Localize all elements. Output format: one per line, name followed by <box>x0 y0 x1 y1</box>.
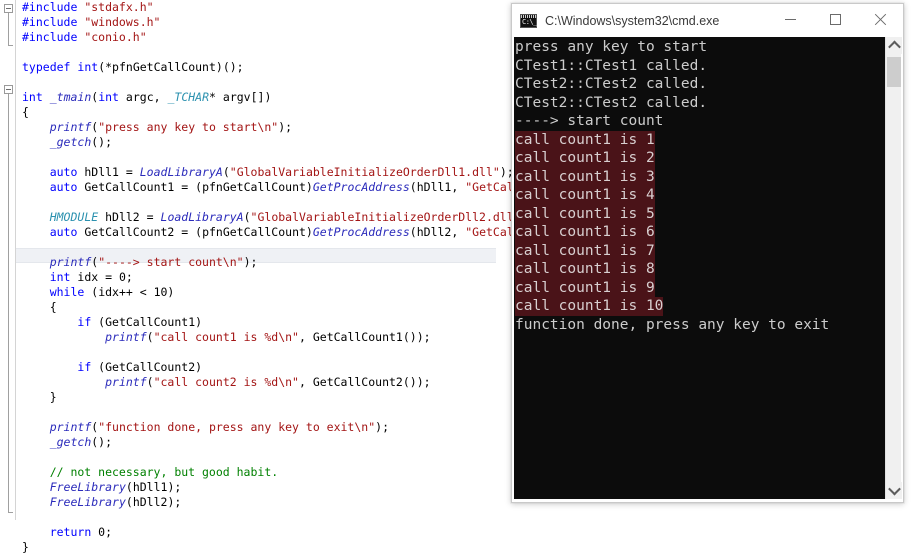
console-output-area[interactable]: press any key to startCTest1::CTest1 cal… <box>514 37 885 499</box>
code-text[interactable]: #include "stdafx.h" #include "windows.h" #… <box>22 0 576 555</box>
scrollbar-thumb[interactable] <box>887 57 901 87</box>
code-line: #include "windows.h" <box>22 15 161 29</box>
code-line: FreeLibrary(hDll2); <box>49 495 182 509</box>
code-line: // not necessary, but good habit. <box>22 465 279 479</box>
chevron-down-icon <box>887 482 901 496</box>
close-button[interactable] <box>858 4 903 35</box>
code-line: HMODULE hDll2 = LoadLibraryA("GlobalVari… <box>49 210 535 224</box>
chevron-up-icon <box>887 40 901 54</box>
code-line: #include "stdafx.h" <box>22 0 154 14</box>
code-line: #include "conio.h" <box>22 30 147 44</box>
console-line: ----> start count <box>515 113 664 129</box>
console-line: call count1 is 3 <box>515 167 655 186</box>
cmd-console-window[interactable]: C:\_ C:\Windows\system32\cmd.exe press a… <box>511 3 904 503</box>
console-output-text: press any key to startCTest1::CTest1 cal… <box>515 38 829 334</box>
console-window-title: C:\Windows\system32\cmd.exe <box>545 13 720 28</box>
maximize-button[interactable] <box>813 4 858 35</box>
code-line: printf("----> start count\n"); <box>49 255 258 269</box>
maximize-icon <box>830 14 841 25</box>
console-line: call count1 is 4 <box>515 186 655 205</box>
code-line: printf("call count1 is %d\n", GetCallCou… <box>105 330 431 344</box>
cmd-console-icon: C:\_ <box>520 13 537 28</box>
cmd-icon-prompt-text: C:\_ <box>522 17 537 26</box>
code-line: _getch(); <box>49 135 113 149</box>
console-line: function done, press any key to exit <box>515 316 830 333</box>
scroll-up-button[interactable] <box>886 37 902 54</box>
fold-toggle-tmain[interactable] <box>4 85 13 94</box>
fold-bracket-tmain <box>8 94 13 513</box>
code-line: _getch(); <box>49 435 113 449</box>
console-line: call count1 is 5 <box>515 204 655 223</box>
console-line: call count1 is 10 <box>515 297 664 316</box>
console-line: call count1 is 6 <box>515 223 655 242</box>
console-line: call count1 is 9 <box>515 278 655 297</box>
code-line: auto GetCallCount1 = (pfnGetCallCount)Ge… <box>49 180 576 194</box>
code-line: { <box>22 300 57 314</box>
code-line: int _tmain(int argc, _TCHAR* argv[]) <box>22 90 272 104</box>
console-titlebar[interactable]: C:\_ C:\Windows\system32\cmd.exe <box>512 4 903 37</box>
outlining-margin[interactable] <box>0 0 15 520</box>
console-line: press any key to start <box>515 39 708 55</box>
code-line: printf("function done, press any key to … <box>49 420 389 434</box>
minimize-icon <box>785 19 796 20</box>
console-scrollbar[interactable] <box>885 37 902 499</box>
console-line: CTest2::CTest2 called. <box>515 76 708 92</box>
scroll-down-button[interactable] <box>886 482 902 499</box>
code-line: if (GetCallCount1) <box>77 315 203 329</box>
fold-toggle-includes[interactable] <box>4 4 13 13</box>
console-line: CTest2::CTest2 called. <box>515 94 708 111</box>
console-line: call count1 is 1 <box>515 130 655 149</box>
console-line: call count1 is 7 <box>515 241 655 260</box>
code-line: while (idx++ < 10) <box>49 285 175 299</box>
code-line: { <box>22 105 29 119</box>
code-line: } <box>22 540 29 554</box>
fold-bracket-includes <box>8 13 13 46</box>
code-line: return 0; <box>49 525 113 539</box>
code-line: FreeLibrary(hDll1); <box>49 480 182 494</box>
code-line: if (GetCallCount2) <box>77 360 203 374</box>
code-line: typedef int(*pfnGetCallCount)(); <box>22 60 244 74</box>
code-line: int idx = 0; <box>49 270 133 284</box>
code-line: printf("call count2 is %d\n", GetCallCou… <box>105 375 431 389</box>
code-line: printf("press any key to start\n"); <box>49 120 293 134</box>
console-line: call count1 is 8 <box>515 260 655 279</box>
close-icon <box>874 13 887 26</box>
console-line: CTest1::CTest1 called. <box>515 57 708 74</box>
code-line: } <box>22 390 57 404</box>
console-line: call count1 is 2 <box>515 149 655 168</box>
code-line: auto hDll1 = LoadLibraryA("GlobalVariabl… <box>49 165 514 179</box>
code-line: auto GetCallCount2 = (pfnGetCallCount)Ge… <box>49 225 576 239</box>
minimize-button[interactable] <box>768 4 813 35</box>
